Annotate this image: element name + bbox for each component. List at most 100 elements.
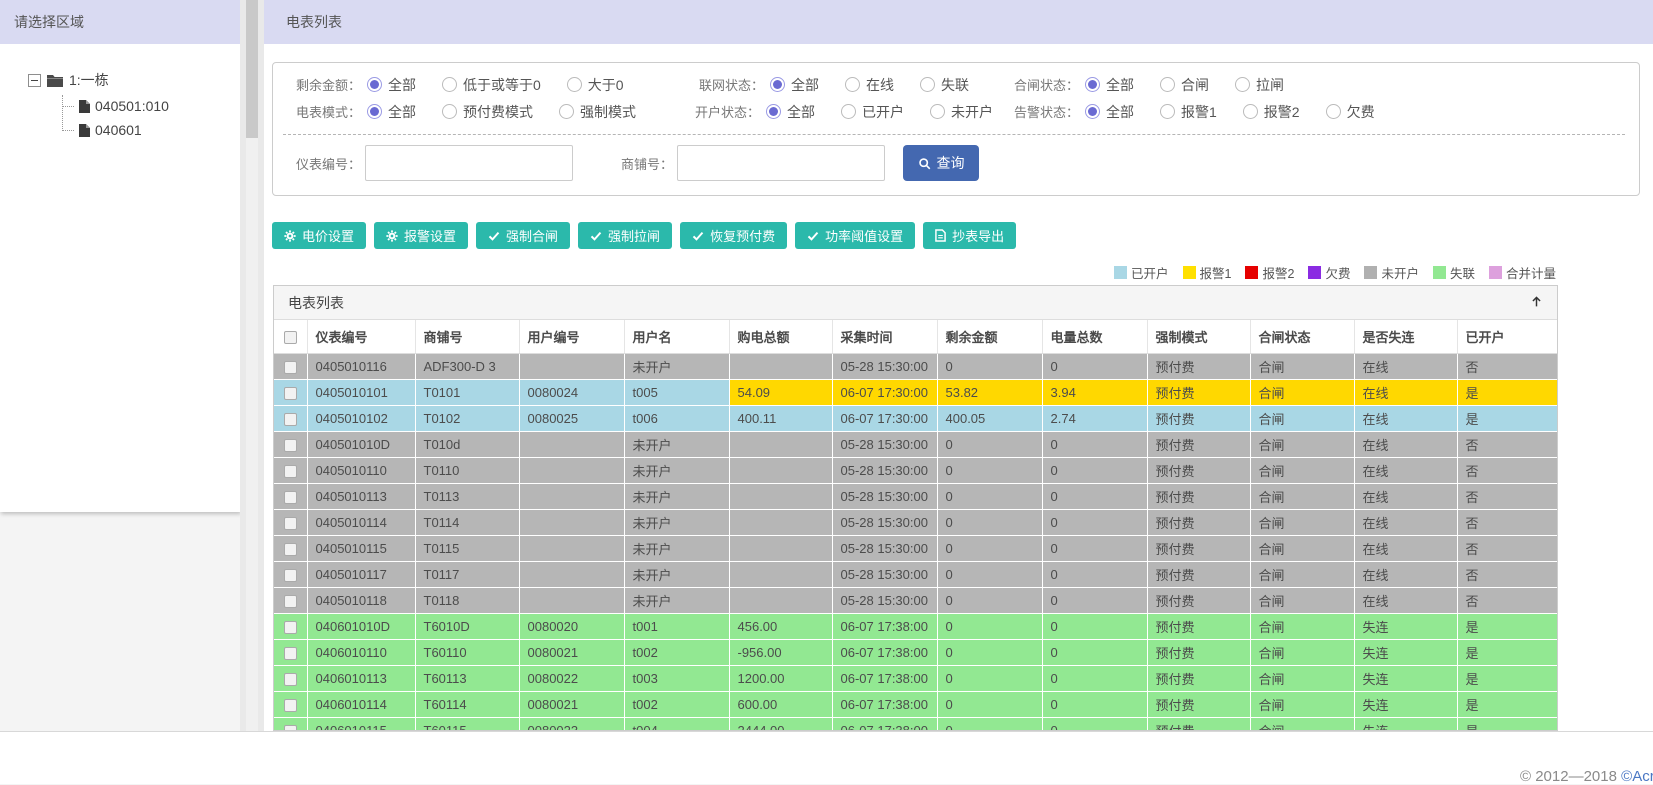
- table-row[interactable]: 0405010116 ADF300-D 3 未开户 05-28 15:30:00 0 0 预…: [274, 353, 1557, 380]
- legend-label: 报警1: [1199, 267, 1232, 281]
- table-row[interactable]: 040501010D T010d 未开户 05-28 15:30:00 0 0 预付费 合闸在…: [274, 431, 1557, 458]
- row-checkbox-cell: [274, 587, 308, 614]
- cell: [729, 561, 833, 588]
- row-checkbox[interactable]: [283, 490, 297, 504]
- radio-option-label: 报警2: [1263, 103, 1300, 120]
- radio-option[interactable]: 强制模式: [559, 102, 636, 122]
- dashed-divider: [283, 134, 1625, 135]
- vertical-scrollbar[interactable]: [246, 0, 258, 731]
- cell: -956.00: [729, 639, 833, 666]
- row-checkbox[interactable]: [283, 464, 297, 478]
- cell: [519, 561, 625, 588]
- cell: 0: [1042, 691, 1148, 718]
- radio-option[interactable]: 报警2: [1242, 102, 1300, 122]
- row-checkbox[interactable]: [283, 568, 297, 582]
- table-row[interactable]: 0405010113 T0113 未开户 05-28 15:30:00 0 0 预付费 合闸在…: [274, 483, 1557, 510]
- row-checkbox[interactable]: [283, 516, 297, 530]
- row-checkbox[interactable]: [283, 438, 297, 452]
- row-checkbox[interactable]: [283, 646, 297, 660]
- cell: 在线: [1354, 535, 1458, 562]
- cell: 是: [1457, 405, 1557, 432]
- table-row[interactable]: 0405010102 T0102 0080025 t006 400.11 06-07 17…: [274, 405, 1557, 432]
- toolbar: 电价设置 报警设置 强制合闸 强制拉闸 恢复预付费 功率阈值设置 抄表导出: [272, 222, 1017, 249]
- table-row[interactable]: 0405010110 T0110 未开户 05-28 15:30:00 0 0 预付费 合闸在…: [274, 457, 1557, 484]
- table-row[interactable]: 0405010117 T0117 未开户 05-28 15:30:00 0 0 预付费 合闸在…: [274, 561, 1557, 588]
- row-checkbox[interactable]: [283, 594, 297, 608]
- tree-node-root[interactable]: 1:一栋: [28, 70, 240, 90]
- table-row[interactable]: 0406010110 T60110 0080021 t002 -956.00 06-07 …: [274, 639, 1557, 666]
- toolbar-button[interactable]: 强制合闸: [476, 222, 571, 249]
- radio-option[interactable]: 在线: [845, 75, 894, 95]
- toolbar-button[interactable]: 恢复预付费: [680, 222, 788, 249]
- radio-option[interactable]: 欠费: [1325, 102, 1375, 122]
- row-checkbox[interactable]: [283, 386, 297, 400]
- row-checkbox[interactable]: [283, 672, 297, 686]
- row-checkbox[interactable]: [283, 620, 297, 634]
- legend-item: 报警2: [1245, 263, 1294, 282]
- radio-icon: [1235, 77, 1250, 92]
- radio-icon: [845, 77, 860, 92]
- table-row[interactable]: 0405010115 T0115 未开户 05-28 15:30:00 0 0 预付费 合闸在…: [274, 535, 1557, 562]
- cell: 失连: [1354, 639, 1458, 666]
- tree-node[interactable]: 040601: [62, 122, 240, 138]
- toolbar-button[interactable]: 强制拉闸: [578, 222, 673, 249]
- toolbar-button[interactable]: 抄表导出: [923, 222, 1017, 249]
- table-row[interactable]: 0406010115 T60115 0080023 t004 2444.00 06-07 …: [274, 717, 1557, 730]
- legend-item: 欠费: [1308, 263, 1350, 282]
- cell: [729, 483, 833, 510]
- table-row[interactable]: 040601010D T6010D 0080020 t001 456.00 06-07 1…: [274, 613, 1557, 640]
- copyright-link[interactable]: ©Acr: [1621, 768, 1653, 785]
- cell: 0405010117: [307, 561, 416, 588]
- collapse-expander-icon[interactable]: [28, 73, 41, 87]
- select-all-checkbox[interactable]: [283, 330, 297, 344]
- radio-option[interactable]: 失联: [920, 75, 969, 95]
- row-checkbox[interactable]: [283, 542, 297, 556]
- radio-icon: [442, 77, 457, 92]
- radio-option[interactable]: 全部: [1085, 75, 1134, 95]
- radio-option-label: 报警1: [1181, 103, 1217, 120]
- meter-no-input[interactable]: [365, 145, 573, 181]
- cell: 05-28 15:30:00: [832, 431, 938, 458]
- cell: 0: [937, 717, 1043, 730]
- radio-option[interactable]: 报警1: [1160, 102, 1217, 122]
- radio-icon: [559, 104, 574, 119]
- cell: 0080025: [519, 405, 625, 432]
- row-checkbox[interactable]: [283, 412, 297, 426]
- cell: 0406010114: [307, 691, 416, 718]
- cell: [519, 353, 625, 380]
- cell: 3.94: [1042, 379, 1148, 406]
- radio-option[interactable]: 拉闸: [1235, 75, 1284, 95]
- row-checkbox[interactable]: [283, 360, 297, 374]
- radio-option[interactable]: 全部: [367, 75, 416, 95]
- radio-option[interactable]: 大于0: [566, 75, 624, 95]
- radio-option[interactable]: 未开户: [930, 102, 993, 122]
- table-row[interactable]: 0405010101 T0101 0080024 t005 54.09 06-07 17:…: [274, 379, 1557, 406]
- scrollbar-thumb[interactable]: [246, 0, 258, 138]
- radio-option[interactable]: 合闸: [1160, 75, 1209, 95]
- radio-option[interactable]: 全部: [1085, 102, 1134, 122]
- toolbar-button[interactable]: 电价设置: [272, 222, 367, 249]
- table-row[interactable]: 0405010118 T0118 未开户 05-28 15:30:00 0 0 预付费 合闸在…: [274, 587, 1557, 614]
- radio-option[interactable]: 低于或等于0: [442, 75, 541, 95]
- radio-icon: [1325, 104, 1341, 119]
- radio-option[interactable]: 全部: [770, 75, 819, 95]
- table-row[interactable]: 0406010114 T60114 0080021 t002 600.00 06-07 1…: [274, 691, 1557, 718]
- sidebar-title: 请选择区域: [0, 0, 240, 44]
- toolbar-button[interactable]: 报警设置: [374, 222, 469, 249]
- cell: 0: [1042, 483, 1148, 510]
- radio-option[interactable]: 预付费模式: [442, 102, 533, 122]
- radio-option[interactable]: 已开户: [841, 102, 904, 122]
- tree-node[interactable]: 040501:010: [62, 98, 240, 114]
- toolbar-button[interactable]: 功率阈值设置: [795, 222, 916, 249]
- search-button[interactable]: 查询: [903, 145, 979, 181]
- filter-rows: 剩余金额： 全部 低于或等于0 大于0 联网状态： 全部 在线 失联 合闸状态： 全部 合闸 拉闸 电表…: [277, 71, 1627, 125]
- table-row[interactable]: 0406010113 T60113 0080022 t003 1200.00 06-07 …: [274, 665, 1557, 692]
- row-checkbox-cell: [274, 535, 308, 562]
- legend-swatch: [1364, 266, 1378, 279]
- row-checkbox[interactable]: [283, 698, 297, 712]
- radio-option[interactable]: 全部: [367, 102, 416, 122]
- shop-no-input[interactable]: [677, 145, 885, 181]
- radio-option[interactable]: 全部: [766, 102, 815, 122]
- table-row[interactable]: 0405010114 T0114 未开户 05-28 15:30:00 0 0 预付费 合闸在…: [274, 509, 1557, 536]
- collapse-panel-button[interactable]: [1530, 295, 1543, 311]
